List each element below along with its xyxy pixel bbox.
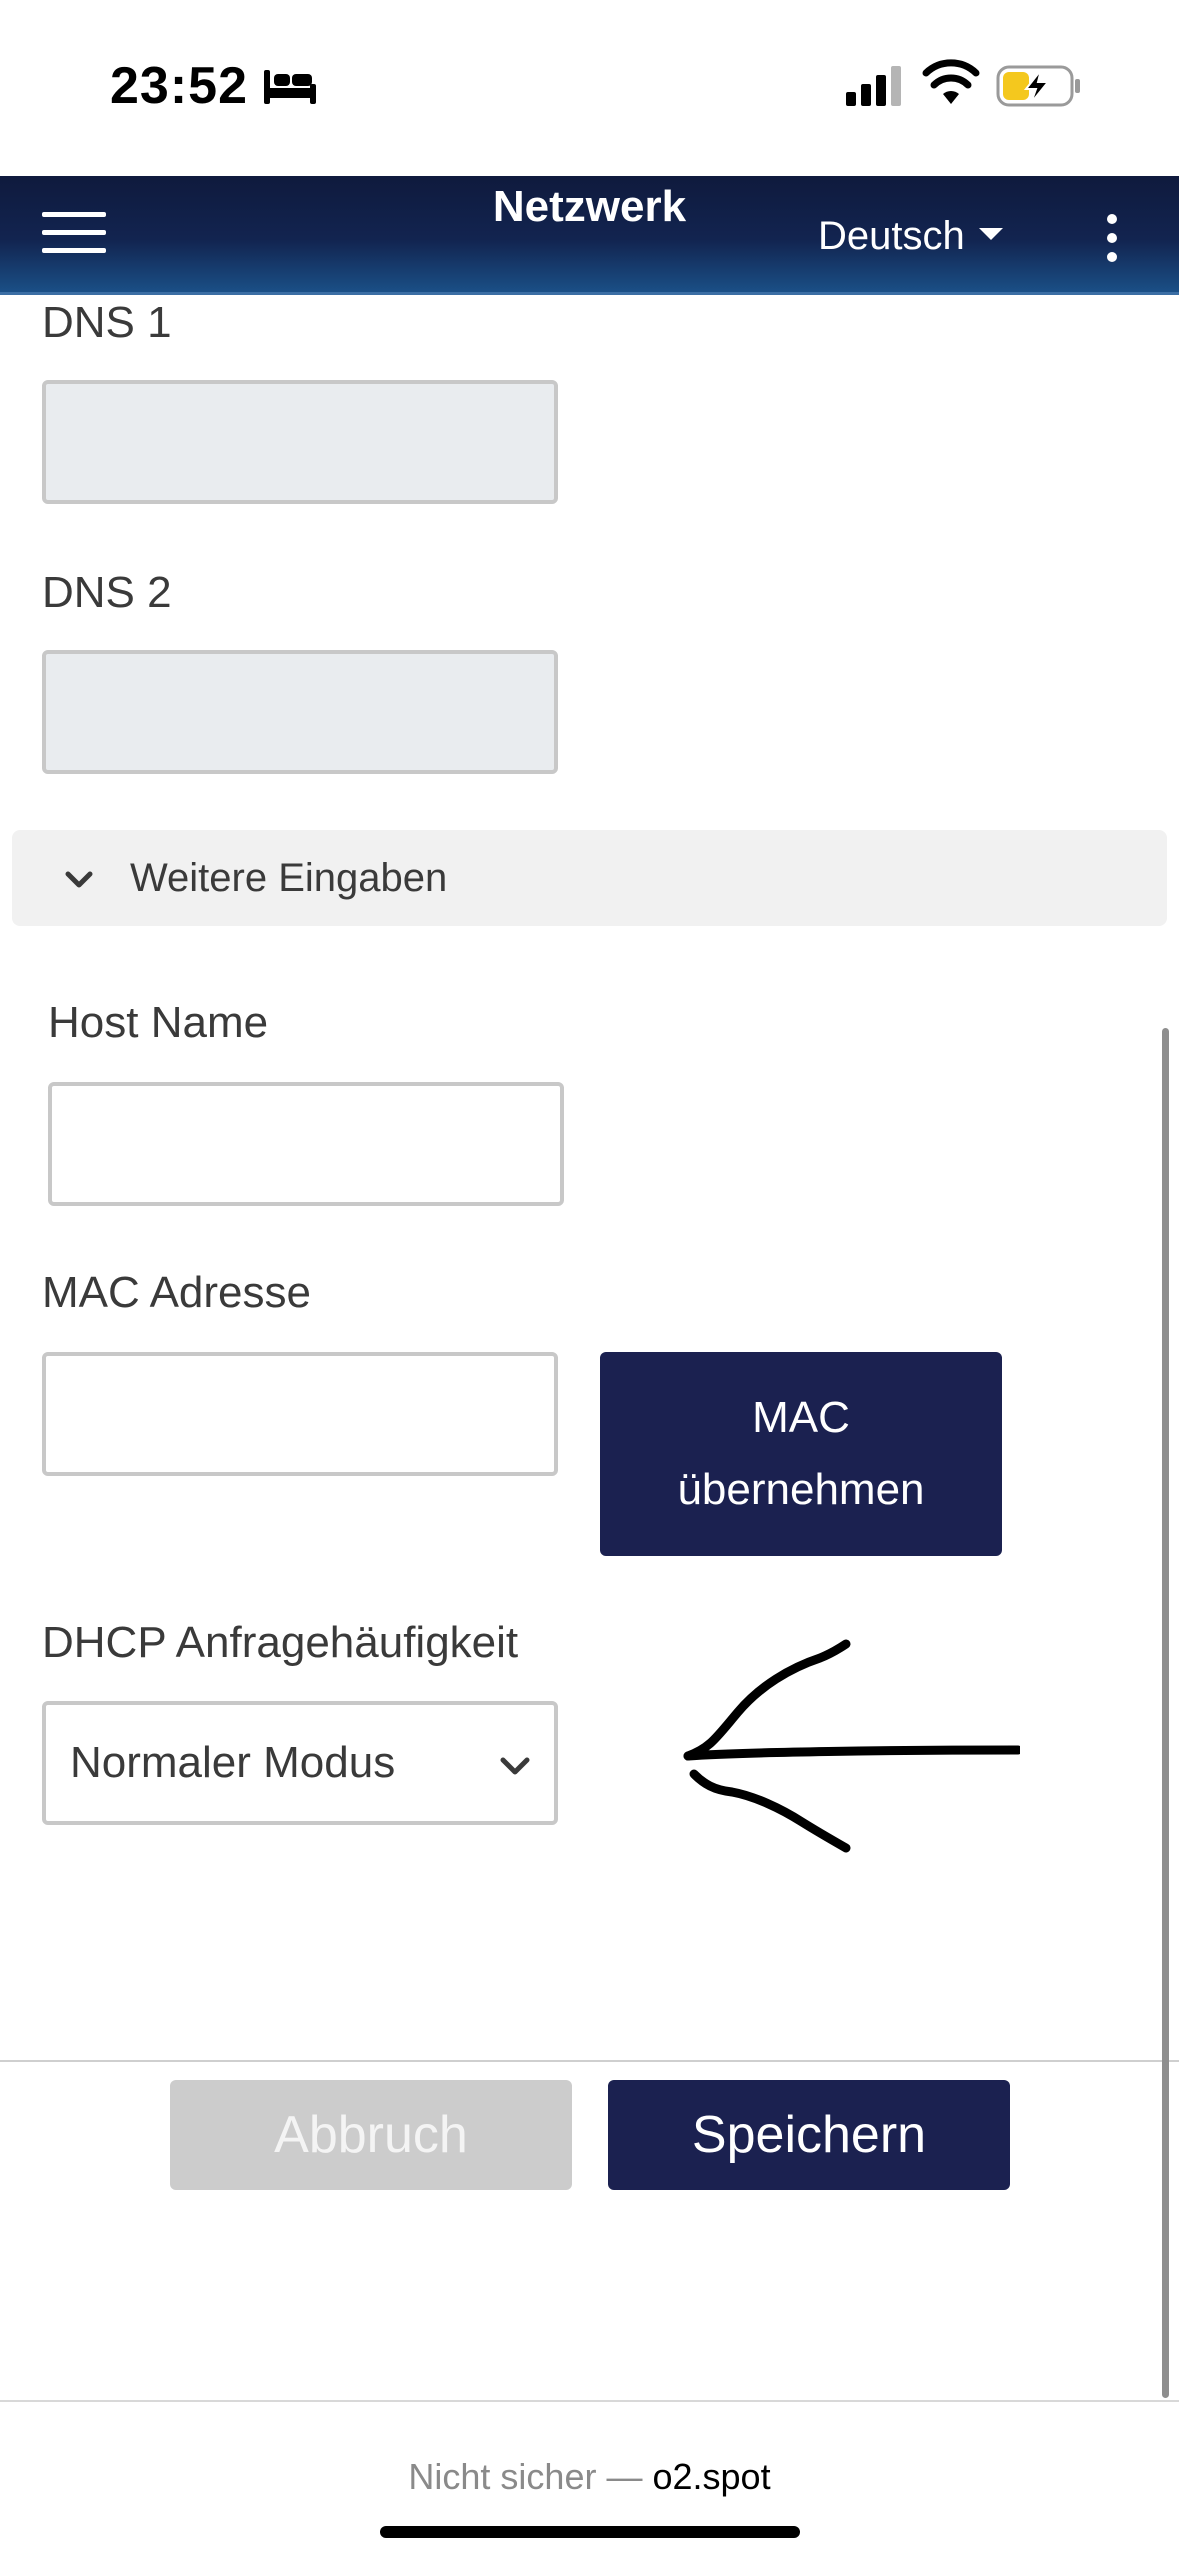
footer-divider [0,2060,1179,2062]
dhcp-selected-value: Normaler Modus [70,1738,396,1787]
more-inputs-toggle[interactable]: Weitere Eingaben [12,830,1167,926]
more-inputs-label: Weitere Eingaben [130,856,448,900]
chevron-down-icon [500,1757,530,1775]
bed-icon [264,70,316,104]
host-name-field[interactable] [48,1082,564,1206]
chevron-down-icon [65,871,93,888]
cellular-signal-icon [846,66,901,106]
url-domain: o2.spot [652,2456,771,2497]
status-bar: 23:52 [0,0,1179,176]
url-display[interactable]: Nicht sicher — o2.spot [0,2456,1179,2498]
mac-address-field[interactable] [42,1352,558,1476]
mac-apply-button[interactable]: MAC übernehmen [600,1352,1002,1556]
mac-apply-line1: MAC [752,1393,850,1442]
battery-charging-icon [996,65,1080,107]
mac-apply-line2: übernehmen [677,1465,925,1514]
dhcp-select[interactable]: Normaler Modus [42,1701,558,1825]
scrollbar[interactable] [1162,1028,1169,2398]
status-time: 23:52 [110,57,248,115]
host-name-label: Host Name [48,998,269,1047]
home-indicator[interactable] [380,2526,800,2538]
more-vertical-icon[interactable] [1100,214,1124,262]
dns2-field[interactable] [42,650,558,774]
app-header: Netzwerk Deutsch [0,176,1179,295]
mac-address-label: MAC Adresse [42,1268,311,1317]
page-title-text: Netzwerk [492,182,687,231]
dns1-field[interactable] [42,380,558,504]
language-label: Deutsch [818,213,965,258]
hand-drawn-arrow-annotation [683,1639,1020,1853]
wifi-icon [922,59,980,104]
cancel-button[interactable]: Abbruch [170,2080,572,2190]
browser-address-bar[interactable]: Nicht sicher — o2.spot [0,2400,1179,2558]
dns1-label: DNS 1 [42,298,172,347]
language-select[interactable]: Deutsch [818,206,1003,266]
caret-down-icon [978,228,1003,240]
security-warning: Nicht sicher — [408,2456,643,2497]
dns2-label: DNS 2 [42,568,172,617]
dhcp-label: DHCP Anfragehäufigkeit [42,1618,519,1667]
save-button[interactable]: Speichern [608,2080,1010,2190]
